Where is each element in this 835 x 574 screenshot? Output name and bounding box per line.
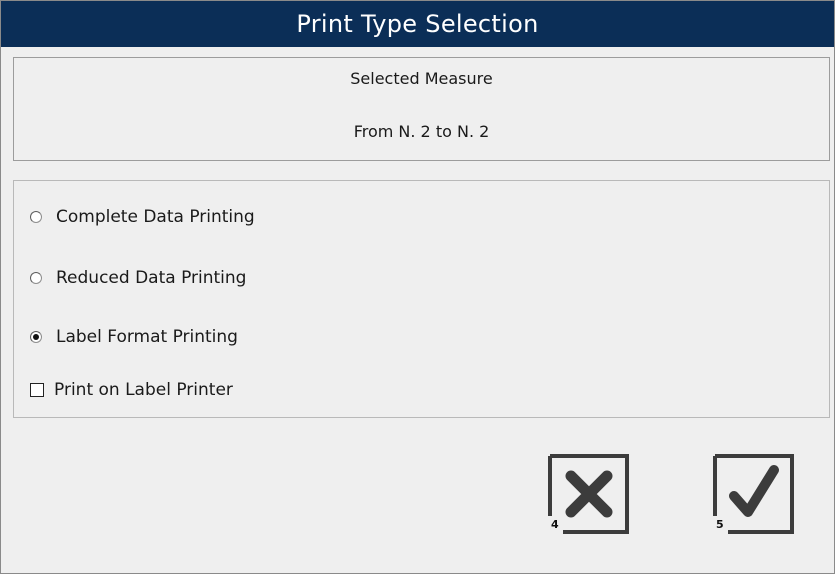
- print-on-label-printer-option[interactable]: Print on Label Printer: [30, 380, 233, 400]
- cancel-button[interactable]: 4: [547, 452, 631, 534]
- print-options-panel: Complete Data Printing Reduced Data Prin…: [13, 180, 830, 418]
- radio-reduced-data[interactable]: [30, 272, 42, 284]
- print-on-label-printer-checkbox[interactable]: [30, 383, 44, 397]
- dialog-title: Print Type Selection: [1, 1, 834, 47]
- cancel-key-hint: 4: [551, 518, 559, 531]
- measure-range-text: From N. 2 to N. 2: [353, 122, 490, 141]
- confirm-key-hint: 5: [716, 518, 724, 531]
- option-label: Reduced Data Printing: [56, 268, 247, 288]
- selected-measure-label: Selected Measure: [350, 69, 493, 88]
- option-label: Complete Data Printing: [56, 207, 255, 227]
- option-reduced-data-printing[interactable]: Reduced Data Printing: [30, 268, 246, 288]
- confirm-button[interactable]: 5: [712, 452, 796, 534]
- measure-info-panel: Selected Measure From N. 2 to N. 2: [13, 57, 830, 161]
- option-label-format-printing[interactable]: Label Format Printing: [30, 327, 238, 347]
- print-type-dialog: Print Type Selection Selected Measure Fr…: [0, 0, 835, 574]
- checkbox-label: Print on Label Printer: [54, 380, 233, 400]
- option-complete-data-printing[interactable]: Complete Data Printing: [30, 207, 255, 227]
- radio-complete-data[interactable]: [30, 211, 42, 223]
- checkmark-icon: [713, 454, 794, 534]
- close-icon: [548, 454, 629, 534]
- option-label: Label Format Printing: [56, 327, 238, 347]
- radio-label-format[interactable]: [30, 331, 42, 343]
